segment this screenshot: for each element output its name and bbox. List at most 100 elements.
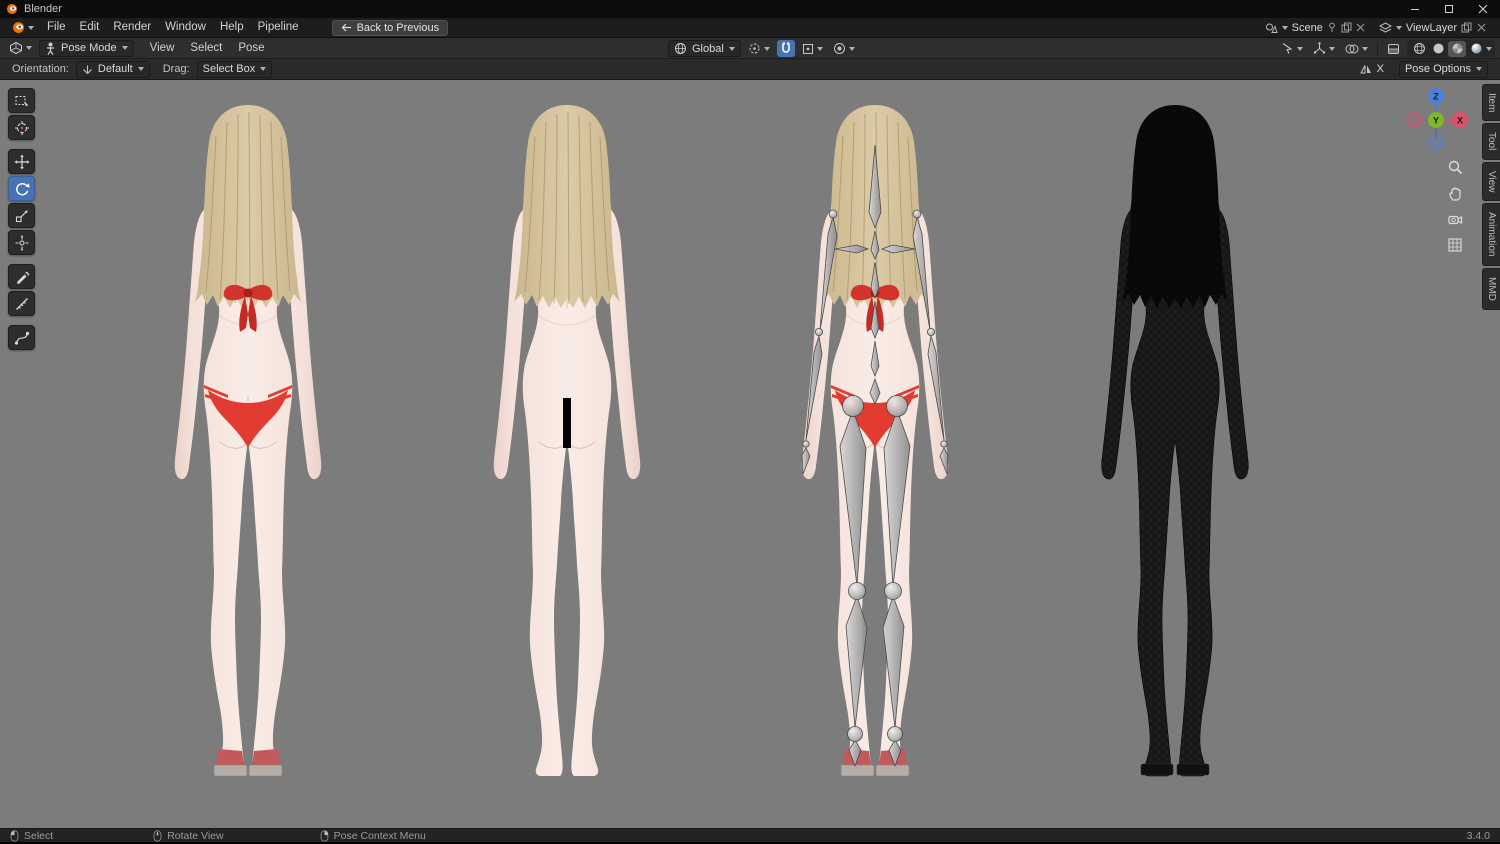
scene-selector[interactable]: Scene bbox=[1258, 22, 1372, 34]
menu-pipeline[interactable]: Pipeline bbox=[251, 18, 306, 37]
tab-item[interactable]: Item bbox=[1482, 84, 1500, 122]
model-bikini[interactable] bbox=[148, 100, 348, 808]
minimize-button[interactable] bbox=[1398, 0, 1432, 18]
menu-file[interactable]: File bbox=[40, 18, 73, 37]
transform-controls: Global bbox=[668, 40, 858, 57]
mirror-x-toggle[interactable]: X bbox=[1359, 63, 1384, 75]
object-visibility-dropdown[interactable] bbox=[1278, 40, 1306, 57]
window-title: Blender bbox=[24, 3, 62, 15]
model-armature[interactable] bbox=[775, 100, 975, 808]
pose-options-dropdown[interactable]: Pose Options bbox=[1398, 60, 1488, 78]
blender-app-menu[interactable] bbox=[6, 21, 40, 34]
globe-icon bbox=[675, 43, 686, 54]
transform-orientation-dropdown[interactable]: Global bbox=[668, 40, 741, 57]
tool-annotate-button[interactable] bbox=[8, 264, 35, 289]
mode-select[interactable]: Pose Mode bbox=[39, 39, 134, 57]
shading-rendered-button[interactable] bbox=[1467, 41, 1485, 57]
menu-help[interactable]: Help bbox=[213, 18, 251, 37]
camera-view-icon[interactable] bbox=[1444, 208, 1466, 230]
status-context-menu: Pose Context Menu bbox=[320, 830, 426, 842]
viewlayer-selector[interactable]: ViewLayer bbox=[1372, 22, 1494, 34]
orientation-dropdown[interactable]: Default bbox=[75, 60, 150, 78]
orientation-label: Orientation: bbox=[12, 63, 69, 75]
gizmo-axis-z-neg[interactable] bbox=[1428, 134, 1444, 150]
back-to-previous-button[interactable]: Back to Previous bbox=[331, 19, 449, 36]
tab-view[interactable]: View bbox=[1482, 161, 1500, 202]
topbar: File Edit Render Window Help Pipeline Ba… bbox=[0, 18, 1500, 38]
chevron-down-icon bbox=[1362, 46, 1368, 51]
chevron-down-icon bbox=[728, 46, 735, 51]
pivot-icon bbox=[749, 43, 760, 54]
pose-mode-icon bbox=[47, 42, 54, 55]
toggle-grid-icon[interactable] bbox=[1444, 234, 1466, 256]
status-rotate-view: Rotate View bbox=[153, 830, 224, 842]
tool-scale-button[interactable] bbox=[8, 203, 35, 228]
zoom-icon[interactable] bbox=[1444, 156, 1466, 178]
menu-select[interactable]: Select bbox=[182, 42, 230, 54]
platform-shoes bbox=[1140, 763, 1174, 776]
status-select-label: Select bbox=[24, 829, 54, 842]
back-arrow-icon bbox=[341, 23, 351, 32]
menu-render[interactable]: Render bbox=[106, 18, 158, 37]
new-scene-icon[interactable] bbox=[1341, 22, 1352, 33]
gizmos-toggle[interactable] bbox=[1310, 40, 1338, 57]
pivot-point-dropdown[interactable] bbox=[745, 40, 773, 57]
snapping-dropdown[interactable] bbox=[799, 40, 826, 57]
new-viewlayer-icon[interactable] bbox=[1461, 22, 1472, 33]
shading-wireframe-button[interactable] bbox=[1410, 41, 1428, 57]
xray-toggle[interactable] bbox=[1384, 40, 1403, 57]
gizmo-axis-x-neg[interactable] bbox=[1406, 112, 1422, 128]
divider bbox=[1377, 41, 1378, 56]
maximize-button[interactable] bbox=[1432, 0, 1466, 18]
viewport-header: Pose Mode View Select Pose Global bbox=[0, 38, 1500, 59]
pin-icon[interactable] bbox=[1327, 22, 1337, 33]
tab-animation[interactable]: Animation bbox=[1482, 203, 1500, 266]
menu-view[interactable]: View bbox=[142, 42, 183, 54]
unlink-scene-icon[interactable] bbox=[1356, 23, 1365, 32]
navigation-gizmo[interactable]: Z X Y bbox=[1400, 84, 1472, 156]
viewport-3d[interactable]: Z X Y Item Tool View Animation MMD bbox=[0, 80, 1500, 828]
model-wireframe[interactable] bbox=[1075, 100, 1275, 808]
remove-viewlayer-icon[interactable] bbox=[1476, 22, 1487, 33]
chevron-down-icon bbox=[1297, 46, 1303, 51]
chevron-down-icon bbox=[1476, 67, 1482, 71]
back-to-previous-label: Back to Previous bbox=[356, 21, 440, 34]
tab-mmd[interactable]: MMD bbox=[1482, 267, 1500, 310]
menu-window[interactable]: Window bbox=[158, 18, 213, 37]
platform-shoes bbox=[213, 748, 283, 777]
pan-hand-icon[interactable] bbox=[1444, 182, 1466, 204]
editor-3d-viewport-icon bbox=[10, 41, 22, 55]
shading-material-button[interactable] bbox=[1448, 40, 1466, 57]
status-context-menu-label: Pose Context Menu bbox=[333, 829, 426, 842]
editor-type-button[interactable] bbox=[6, 40, 35, 57]
window-controls bbox=[1398, 0, 1500, 18]
menu-pose[interactable]: Pose bbox=[230, 42, 272, 54]
viewport-display-controls bbox=[1278, 40, 1495, 57]
tool-transform-button[interactable] bbox=[8, 230, 35, 255]
version-label: 3.4.0 bbox=[1466, 829, 1490, 842]
status-select: Select bbox=[10, 830, 53, 842]
overlays-icon bbox=[1345, 44, 1359, 53]
menu-edit[interactable]: Edit bbox=[73, 18, 107, 37]
tool-select-box-button[interactable] bbox=[8, 88, 35, 113]
tool-move-button[interactable] bbox=[8, 149, 35, 174]
overlays-toggle[interactable] bbox=[1342, 40, 1371, 57]
platform-shoes bbox=[1176, 763, 1210, 776]
selectability-icon bbox=[1282, 43, 1293, 54]
tool-cursor-button[interactable] bbox=[8, 115, 35, 140]
tool-measure-button[interactable] bbox=[8, 291, 35, 316]
close-button[interactable] bbox=[1466, 0, 1500, 18]
proportional-editing-dropdown[interactable] bbox=[830, 40, 858, 57]
gizmo-x-label: X bbox=[1457, 116, 1463, 126]
model-censored[interactable] bbox=[467, 100, 667, 808]
tool-rotate-button[interactable] bbox=[8, 176, 35, 201]
viewport-nav-buttons bbox=[1444, 156, 1466, 256]
snap-toggle[interactable] bbox=[776, 40, 795, 57]
chevron-down-icon bbox=[1329, 46, 1335, 51]
axes-icon bbox=[82, 65, 92, 74]
shading-solid-button[interactable] bbox=[1429, 41, 1447, 57]
tool-pose-breakdowner-button[interactable] bbox=[8, 325, 35, 350]
blender-logo-icon bbox=[13, 22, 24, 33]
tab-tool[interactable]: Tool bbox=[1482, 123, 1500, 160]
drag-dropdown[interactable]: Select Box bbox=[196, 60, 273, 78]
